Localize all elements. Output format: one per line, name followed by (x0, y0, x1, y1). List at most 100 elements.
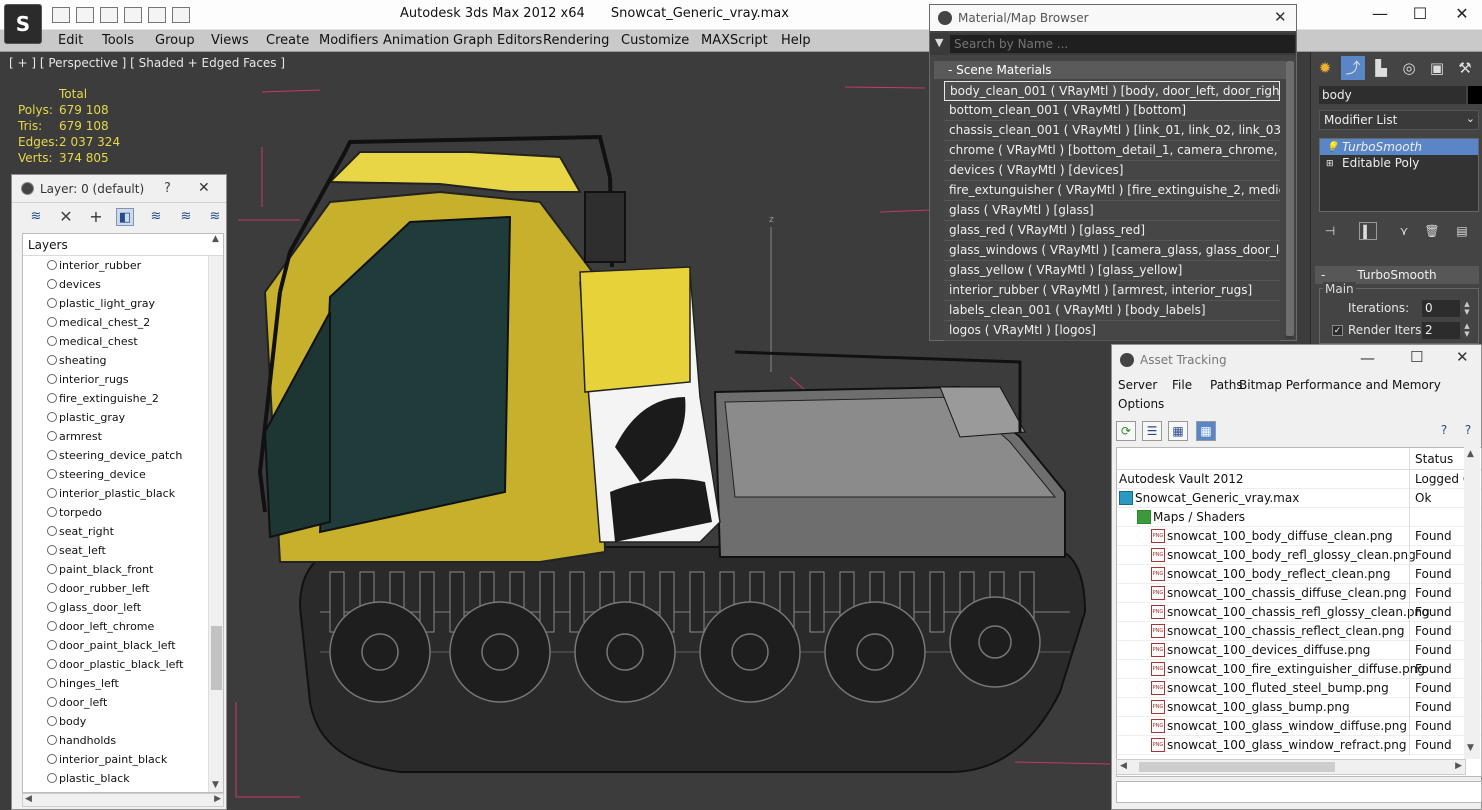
close-button[interactable]: ✕ (1442, 4, 1482, 23)
layer-item[interactable]: interior_paint_black (23, 750, 223, 769)
context-help-icon[interactable]: ? (1458, 421, 1478, 441)
menu-maxscript[interactable]: MAXScript (701, 33, 768, 48)
layer-item[interactable]: plastic_gray (23, 408, 223, 427)
material-scroll-thumb[interactable] (1286, 61, 1294, 336)
utilities-tab-icon[interactable]: ⚒ (1453, 56, 1477, 80)
material-search-input[interactable] (950, 35, 1295, 53)
scroll-left-icon[interactable]: ◀ (1120, 761, 1127, 771)
menu-views[interactable]: Views (211, 33, 249, 48)
menu-modifiers[interactable]: Modifiers (319, 33, 378, 48)
help-icon[interactable]: ? (1434, 421, 1454, 441)
layer-vertical-scrollbar[interactable]: ▲ ▼ (208, 234, 223, 792)
layer-item[interactable]: armrest (23, 427, 223, 446)
layer-item[interactable]: glass_door_left (23, 598, 223, 617)
scroll-right-icon[interactable]: ▶ (214, 794, 221, 804)
layer-item[interactable]: door_left_chrome (23, 617, 223, 636)
asset-scroll-thumb[interactable] (1139, 762, 1335, 772)
iterations-spinner[interactable]: 0 (1422, 300, 1460, 317)
scene-materials-group[interactable]: - Scene Materials (934, 61, 1286, 79)
pin-stack-icon[interactable]: ⊣ (1321, 222, 1339, 240)
material-scrollbar[interactable] (1286, 61, 1294, 339)
asset-row[interactable]: PNG snowcat_100_fluted_steel_bump.png Foun… (1117, 679, 1481, 698)
material-item[interactable]: interior_rubber ( VRayMtl ) [armrest, in… (944, 281, 1280, 301)
delete-layer-icon[interactable]: ✕ (57, 208, 75, 226)
layer-item[interactable]: door_paint_black_left (23, 636, 223, 655)
asset-menu-bitmap-performance[interactable]: Bitmap Performance and Memory (1239, 378, 1441, 392)
asset-vertical-scrollbar[interactable]: ▲ ▼ (1464, 447, 1480, 759)
menu-edit[interactable]: Edit (58, 33, 83, 48)
layer-panel-header[interactable]: Layer: 0 (default) ? ✕ (12, 175, 226, 203)
asset-row[interactable]: PNG snowcat_100_glass_window_diffuse.png F… (1117, 717, 1481, 736)
lightbulb-icon[interactable]: 💡 (1326, 140, 1338, 156)
asset-menu-paths[interactable]: Paths (1210, 378, 1243, 392)
menu-group[interactable]: Group (155, 33, 195, 48)
layer-item[interactable]: steering_device (23, 465, 223, 484)
minimize-button[interactable]: — (1360, 4, 1400, 23)
layer-item[interactable]: steering_device_patch (23, 446, 223, 465)
remove-modifier-icon[interactable]: 🗑 (1423, 222, 1441, 240)
status-column-header[interactable]: Status (1415, 452, 1453, 466)
minimize-icon[interactable]: — (1360, 349, 1375, 367)
layer-item[interactable]: door_plastic_black_left (23, 655, 223, 674)
menu-graph-editors[interactable]: Graph Editors (453, 33, 542, 48)
material-item[interactable]: bottom_clean_001 ( VRayMtl ) [bottom] (944, 101, 1280, 121)
hide-all-layers-icon[interactable]: ≋ (177, 208, 195, 226)
asset-menu-file[interactable]: File (1172, 378, 1192, 392)
maximize-icon[interactable]: ☐ (1410, 348, 1423, 366)
menu-create[interactable]: Create (266, 33, 309, 48)
menu-help[interactable]: Help (781, 33, 811, 48)
spinner-arrows-icon[interactable]: ▲ ▼ (1462, 322, 1472, 339)
refresh-icon[interactable]: ⟳ (1116, 421, 1136, 441)
create-layer-icon[interactable]: ≋ (27, 208, 45, 226)
help-icon[interactable]: ? (164, 181, 171, 196)
show-end-result-icon[interactable]: ▍ (1359, 222, 1377, 240)
redo-icon[interactable] (124, 7, 142, 23)
asset-row[interactable]: PNG snowcat_100_chassis_diffuse_clean.png… (1117, 584, 1481, 603)
layer-item[interactable]: interior_rubber (23, 256, 223, 275)
highlight-layer-icon[interactable]: ≋ (147, 208, 165, 226)
list-view-icon[interactable]: ☰ (1142, 421, 1162, 441)
hierarchy-tab-icon[interactable]: ▙ (1369, 56, 1393, 80)
material-item[interactable]: glass_red ( VRayMtl ) [glass_red] (944, 221, 1280, 241)
asset-row[interactable]: PNG snowcat_100_glass_bump.png Found (1117, 698, 1481, 717)
open-file-icon[interactable] (52, 7, 70, 23)
asset-row[interactable]: Snowcat_Generic_vray.max Ok (1117, 489, 1481, 508)
layer-item[interactable]: medical_chest_2 (23, 313, 223, 332)
layer-item[interactable]: paint_black_front (23, 560, 223, 579)
layer-item[interactable]: medical_chest (23, 332, 223, 351)
asset-row[interactable]: PNG snowcat_100_chassis_reflect_clean.png… (1117, 622, 1481, 641)
layer-item[interactable]: body (23, 712, 223, 731)
menu-animation[interactable]: Animation (383, 33, 449, 48)
close-icon[interactable]: ✕ (1274, 8, 1287, 26)
scroll-down-icon[interactable]: ▼ (212, 780, 219, 790)
material-item[interactable]: body_clean_001 ( VRayMtl ) [body, door_l… (944, 81, 1280, 101)
object-name-field[interactable] (1319, 86, 1466, 104)
modifier-list-dropdown[interactable]: Modifier List ⌄ (1319, 110, 1479, 130)
maximize-button[interactable]: ☐ (1400, 4, 1440, 23)
motion-tab-icon[interactable]: ◎ (1397, 56, 1421, 80)
asset-horizontal-scrollbar[interactable]: ◀ ▶ (1116, 759, 1466, 775)
thumbnail-view-icon[interactable]: ▦ (1168, 421, 1188, 441)
spinner-arrows-icon[interactable]: ▲ ▼ (1462, 300, 1472, 317)
render-iters-checkbox[interactable]: ✓ (1332, 325, 1343, 336)
asset-row[interactable]: Maps / Shaders (1117, 508, 1481, 527)
asset-menu-options[interactable]: Options (1118, 397, 1164, 411)
asset-row[interactable]: PNG snowcat_100_body_refl_glossy_clean.pn… (1117, 546, 1481, 565)
stack-item-editable-poly[interactable]: ⊞ Editable Poly (1320, 155, 1478, 171)
asset-row[interactable]: PNG snowcat_100_devices_diffuse.png Found (1117, 641, 1481, 660)
asset-menu-server[interactable]: Server (1118, 378, 1157, 392)
scroll-left-icon[interactable]: ◀ (25, 794, 32, 804)
stack-item-turbosmooth[interactable]: 💡 TurboSmooth (1320, 139, 1478, 155)
close-icon[interactable]: ✕ (198, 180, 210, 196)
configure-modifier-sets-icon[interactable]: ▤ (1453, 222, 1471, 240)
material-item[interactable]: glass_yellow ( VRayMtl ) [glass_yellow] (944, 261, 1280, 281)
scroll-up-icon[interactable]: ▲ (1467, 449, 1474, 459)
scroll-down-icon[interactable]: ▼ (1467, 743, 1474, 753)
layer-scroll-thumb[interactable] (211, 626, 222, 690)
project-folder-icon[interactable] (148, 7, 166, 23)
quick-access-dropdown-icon[interactable] (172, 7, 190, 23)
create-tab-icon[interactable]: ✹ (1313, 56, 1337, 80)
modify-tab-icon[interactable]: ⤴ (1341, 56, 1365, 80)
layer-item[interactable]: interior_plastic_black (23, 484, 223, 503)
layer-horizontal-scrollbar[interactable]: ◀ ▶ (22, 793, 224, 807)
